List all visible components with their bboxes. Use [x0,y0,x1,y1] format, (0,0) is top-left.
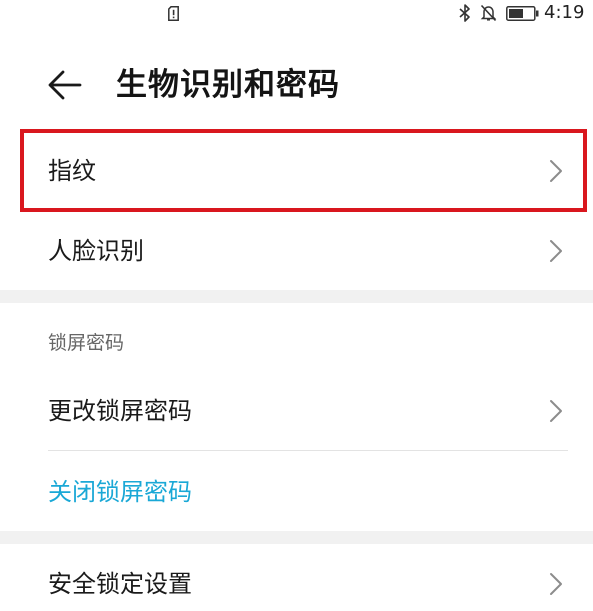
change-lock-password-label: 更改锁屏密码 [48,397,192,425]
section-divider [0,531,593,544]
highlight-box [20,129,587,212]
section-divider [0,290,593,303]
sim-alert-icon [168,6,179,21]
bluetooth-icon [459,4,470,22]
page-title: 生物识别和密码 [116,67,340,103]
status-bar: 4:19 [0,0,593,30]
section-title-lock-password: 锁屏密码 [48,332,125,354]
face-recognition-label: 人脸识别 [48,237,144,265]
battery-icon [506,6,539,21]
notifications-off-icon [480,4,497,22]
chevron-right-icon [550,573,562,595]
chevron-right-icon [550,240,562,262]
security-lock-settings-item[interactable]: 安全锁定设置 [0,544,593,611]
chevron-right-icon [550,400,562,422]
face-recognition-item[interactable]: 人脸识别 [0,212,593,290]
change-lock-password-item[interactable]: 更改锁屏密码 [0,372,593,450]
status-time: 4:19 [544,2,585,23]
page-header: 生物识别和密码 [0,55,593,115]
disable-lock-password-item[interactable]: 关闭锁屏密码 [0,451,593,529]
disable-lock-password-label: 关闭锁屏密码 [48,478,192,506]
arrow-left-icon[interactable] [48,69,82,101]
security-lock-settings-label: 安全锁定设置 [48,570,192,598]
